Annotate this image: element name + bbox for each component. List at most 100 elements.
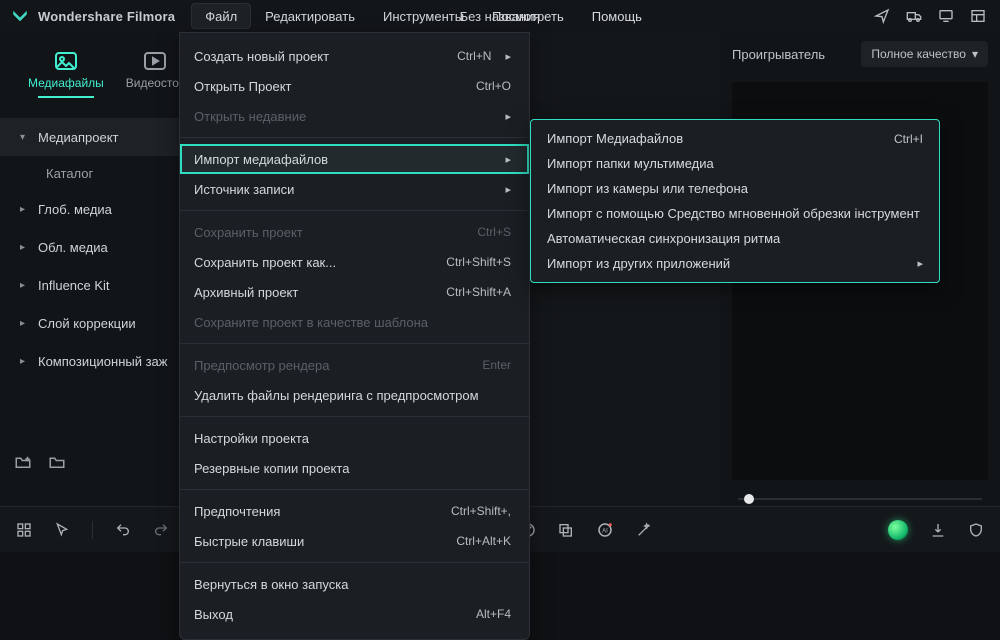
- wand-icon[interactable]: [636, 522, 652, 538]
- tab-media-label: Медиафайлы: [28, 76, 104, 90]
- file-menu-item[interactable]: Резервные копии проекта: [180, 453, 529, 483]
- menu-shortcut: Ctrl+Alt+K: [456, 534, 511, 548]
- file-menu-item[interactable]: ВыходAlt+F4: [180, 599, 529, 629]
- menu-item-label: Сохраните проект в качестве шаблона: [194, 315, 428, 330]
- slider-thumb[interactable]: [744, 494, 754, 504]
- menu-item-label: Создать новый проект: [194, 49, 329, 64]
- svg-text:AI: AI: [602, 528, 608, 534]
- submenu-caret-icon: ▸: [917, 257, 923, 270]
- menu-item-label: Открыть недавние: [194, 109, 306, 124]
- quality-selector[interactable]: Полное качество ▾: [861, 41, 988, 67]
- menu-item-label: Быстрые клавиши: [194, 534, 304, 549]
- delivery-icon[interactable]: [906, 8, 922, 24]
- sidebar-item-correction[interactable]: ▸ Слой коррекции: [0, 304, 200, 342]
- submenu-item-label: Импорт из других приложений: [547, 256, 730, 271]
- menu-shortcut: Enter: [482, 358, 511, 372]
- left-pane-tools: [14, 454, 66, 470]
- quality-label: Полное качество: [871, 47, 966, 61]
- menu-item-label: Источник записи: [194, 182, 294, 197]
- file-menu-item[interactable]: Настройки проекта: [180, 423, 529, 453]
- import-submenu-item[interactable]: Импорт из других приложений ▸: [531, 251, 939, 276]
- app-logo-icon: [10, 6, 30, 26]
- menu-shortcut: Ctrl+Shift+,: [451, 504, 511, 518]
- menu-item-label: Предпочтения: [194, 504, 280, 519]
- stock-icon: [142, 50, 168, 72]
- redo-icon[interactable]: [153, 522, 169, 538]
- menu-items: Файл Редактировать Инструменты Посмотрет…: [191, 0, 656, 32]
- sidebar-item-project[interactable]: ▾ Медиапроект: [0, 118, 200, 156]
- sidebar-item-global[interactable]: ▸ Глоб. медиа: [0, 190, 200, 228]
- tab-stock[interactable]: Видеосток: [126, 50, 184, 114]
- layout-icon[interactable]: [970, 8, 986, 24]
- submenu-caret-icon: ▸: [505, 153, 511, 166]
- undo-icon[interactable]: [115, 522, 131, 538]
- menu-shortcut: Ctrl+Shift+S: [446, 255, 511, 269]
- new-bin-icon[interactable]: [48, 454, 66, 470]
- file-menu-item[interactable]: Сохранить проект как... Ctrl+Shift+S: [180, 247, 529, 277]
- submenu-caret-icon: ▸: [505, 183, 511, 196]
- file-menu-item: Открыть недавние▸: [180, 101, 529, 131]
- send-icon[interactable]: [874, 8, 890, 24]
- file-menu-item: Сохраните проект в качестве шаблона: [180, 307, 529, 337]
- menu-shortcut: Ctrl+S: [477, 225, 511, 239]
- file-menu-item[interactable]: Создать новый проектCtrl+N▸: [180, 41, 529, 71]
- sidebar-item-compositing[interactable]: ▸ Композиционный заж: [0, 342, 200, 380]
- menu-shortcut: Ctrl+N: [457, 49, 491, 63]
- menu-item-label: Удалить файлы рендеринга с предпросмотро…: [194, 388, 479, 403]
- grid-icon[interactable]: [16, 522, 32, 538]
- document-title: Без названия: [460, 9, 541, 24]
- menu-item-file[interactable]: Файл: [191, 3, 251, 29]
- preview-label: Проигрыватель: [732, 47, 825, 62]
- new-folder-icon[interactable]: [14, 454, 32, 470]
- playhead-slider[interactable]: [738, 492, 982, 506]
- sidebar-item-influence[interactable]: ▸ Influence Kit: [0, 266, 200, 304]
- shield-icon[interactable]: [968, 522, 984, 538]
- submenu-item-label: Автоматическая синхронизация ритма: [547, 231, 780, 246]
- menu-item-help[interactable]: Помощь: [578, 0, 656, 32]
- submenu-item-label: Импорт из камеры или телефона: [547, 181, 748, 196]
- file-menu-item[interactable]: Вернуться в окно запуска: [180, 569, 529, 599]
- menu-item-label: Резервные копии проекта: [194, 461, 349, 476]
- menu-item-label: Сохранить проект как...: [194, 255, 336, 270]
- import-submenu-item[interactable]: Импорт папки мультимедиа: [531, 151, 939, 176]
- chevron-down-icon: ▾: [972, 47, 978, 61]
- ai-tools-icon[interactable]: AI: [596, 521, 614, 539]
- monitor-icon[interactable]: [938, 8, 954, 24]
- menu-item-label: Импорт медиафайлов: [194, 152, 328, 167]
- menu-item-label: Архивный проект: [194, 285, 298, 300]
- file-menu-item: Сохранить проект Ctrl+S: [180, 217, 529, 247]
- import-submenu: Импорт МедиафайловCtrl+IИмпорт папки мул…: [530, 119, 940, 283]
- app-name: Wondershare Filmora: [38, 9, 175, 24]
- source-tabs: Медиафайлы Видеосток: [0, 50, 200, 114]
- cursor-icon[interactable]: [54, 522, 70, 538]
- file-menu-item[interactable]: Импорт медиафайлов ▸: [180, 144, 529, 174]
- assistant-icon[interactable]: [888, 520, 908, 540]
- menu-item-label: Сохранить проект: [194, 225, 303, 240]
- menu-item-edit[interactable]: Редактировать: [251, 0, 369, 32]
- import-submenu-item[interactable]: Импорт с помощью Средство мгновенной обр…: [531, 201, 939, 226]
- preview-header: Проигрыватель Полное качество ▾: [720, 32, 1000, 76]
- import-submenu-item[interactable]: Импорт из камеры или телефона: [531, 176, 939, 201]
- titlebar-actions: [874, 8, 986, 24]
- menubar: Wondershare Filmora Файл Редактировать И…: [0, 0, 1000, 32]
- tab-media[interactable]: Медиафайлы: [28, 50, 104, 114]
- layers-icon[interactable]: [558, 522, 574, 538]
- menu-shortcut: Ctrl+O: [476, 79, 511, 93]
- import-submenu-item[interactable]: Импорт МедиафайловCtrl+I: [531, 126, 939, 151]
- import-submenu-item[interactable]: Автоматическая синхронизация ритма: [531, 226, 939, 251]
- file-menu-item: Предпосмотр рендераEnter: [180, 350, 529, 380]
- media-icon: [53, 50, 79, 72]
- left-pane: Медиафайлы Видеосток ▾ Медиапроект Катал…: [0, 32, 200, 552]
- file-menu-item[interactable]: Удалить файлы рендеринга с предпросмотро…: [180, 380, 529, 410]
- file-menu-item[interactable]: Открыть ПроектCtrl+O: [180, 71, 529, 101]
- file-menu-item[interactable]: Источник записи ▸: [180, 174, 529, 204]
- menu-item-label: Выход: [194, 607, 233, 622]
- sidebar-item-cloud[interactable]: ▸ Обл. медиа: [0, 228, 200, 266]
- file-menu-item[interactable]: Предпочтения Ctrl+Shift+,: [180, 496, 529, 526]
- file-menu-item[interactable]: Архивный проектCtrl+Shift+A: [180, 277, 529, 307]
- download-icon[interactable]: [930, 522, 946, 538]
- sidebar-item-catalog[interactable]: Каталог: [0, 156, 200, 190]
- submenu-item-label: Импорт Медиафайлов: [547, 131, 683, 146]
- sidebar-tree: ▾ Медиапроект Каталог ▸ Глоб. медиа ▸ Об…: [0, 118, 200, 380]
- submenu-item-label: Импорт с помощью Средство мгновенной обр…: [547, 206, 920, 221]
